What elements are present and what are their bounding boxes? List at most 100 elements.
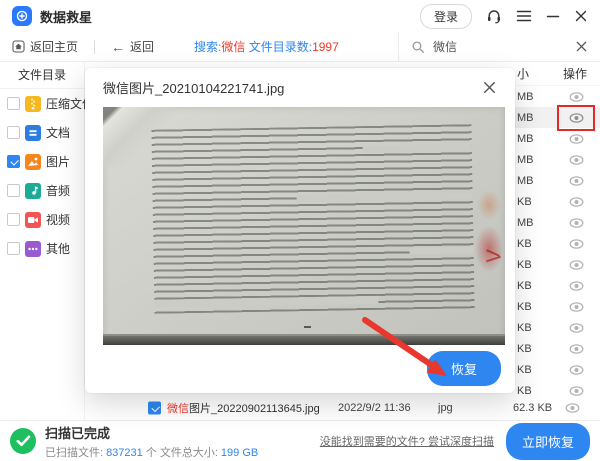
login-button[interactable]: 登录 (420, 4, 472, 29)
total-size-value: 199 GB (221, 447, 258, 459)
support-headset-icon[interactable] (486, 8, 502, 24)
preview-eye-button[interactable] (561, 172, 591, 190)
table-row[interactable]: MB (515, 170, 600, 191)
archive-checkbox[interactable] (7, 97, 20, 110)
sidebar-item-images[interactable]: 图片 (0, 147, 84, 176)
scan-status-details: 已扫描文件:837231个 文件总大小:199 GB (45, 444, 261, 460)
file-size: KB (515, 322, 551, 334)
modal-title: 微信图片_20210104221741.jpg (103, 78, 482, 97)
archive-file-icon (25, 96, 41, 112)
clear-search-icon[interactable] (575, 40, 588, 53)
table-row[interactable]: MB (515, 149, 600, 170)
video-file-icon (25, 212, 41, 228)
file-size: 62.3 KB (513, 402, 552, 414)
page-number-mark (304, 326, 311, 328)
sidebar-item-audio[interactable]: 音频 (0, 176, 84, 205)
file-type: jpg (438, 402, 453, 414)
modal-header: 微信图片_20210104221741.jpg (85, 68, 515, 107)
deep-scan-link[interactable]: 没能找到需要的文件? 尝试深度扫描 (320, 433, 494, 449)
photo-table-edge (103, 334, 505, 345)
table-row[interactable]: KB (515, 233, 600, 254)
search-icon (411, 40, 425, 54)
preview-eye-button[interactable] (561, 319, 591, 337)
table-row[interactable]: KB (515, 296, 600, 317)
preview-eye-button[interactable] (561, 130, 591, 148)
other-file-icon (25, 241, 41, 257)
sidebar-item-label: 文档 (46, 124, 70, 141)
table-row[interactable]: KB (515, 191, 600, 212)
text-gap (363, 145, 472, 154)
home-icon (12, 40, 25, 53)
sidebar-item-label: 视频 (46, 211, 70, 228)
table-row[interactable]: KB (515, 359, 600, 380)
preview-eye-button[interactable] (561, 256, 591, 274)
preview-eye-button[interactable] (561, 88, 591, 106)
preview-eye-button[interactable] (561, 151, 591, 169)
table-row[interactable]: KB (515, 317, 600, 338)
file-name-rest: 图片_20220902113645.jpg (189, 403, 320, 415)
table-row[interactable]: KB (515, 254, 600, 275)
red-stamp (475, 226, 503, 272)
scanned-files-label: 已扫描文件: (45, 447, 103, 459)
document-file-icon (25, 125, 41, 141)
back-button[interactable]: ← 返回 (111, 38, 154, 55)
preview-eye-button[interactable] (561, 298, 591, 316)
preview-eye-button[interactable] (561, 340, 591, 358)
menu-icon[interactable] (516, 9, 532, 23)
table-row[interactable]: KB (515, 275, 600, 296)
scan-status-title: 扫描已完成 (45, 423, 261, 442)
video-checkbox[interactable] (7, 213, 20, 226)
search-box[interactable] (398, 32, 600, 61)
red-stamp (477, 190, 501, 220)
file-size: KB (515, 301, 551, 313)
preview-eye-button[interactable] (561, 235, 591, 253)
search-input[interactable] (433, 40, 575, 54)
back-arrow-icon: ← (111, 40, 125, 54)
count-label: 文件目录数: (245, 40, 312, 54)
preview-eye-button[interactable] (557, 403, 587, 413)
preview-modal: 微信图片_20210104221741.jpg 恢复 (85, 68, 515, 393)
file-size: KB (515, 196, 551, 208)
preview-eye-button[interactable] (561, 193, 591, 211)
preview-eye-button[interactable] (561, 109, 591, 127)
table-row[interactable]: MB (515, 212, 600, 233)
table-row[interactable]: KB (515, 338, 600, 359)
preview-eye-button[interactable] (561, 361, 591, 379)
sidebar-item-documents[interactable]: 文档 (0, 118, 84, 147)
count-value: 1997 (312, 40, 339, 54)
file-table-row-visible[interactable]: 微信图片_20220902113645.jpg 2022/9/2 11:36 j… (85, 397, 600, 419)
scan-status-texts: 扫描已完成 已扫描文件:837231个 文件总大小:199 GB (45, 423, 261, 460)
sidebar-item-label: 其他 (46, 240, 70, 257)
file-row-checkbox[interactable] (148, 402, 161, 415)
scan-complete-check-icon (10, 428, 36, 454)
recover-now-button[interactable]: 立即恢复 (506, 423, 590, 460)
recover-button[interactable]: 恢复 (427, 351, 501, 386)
file-name-highlight: 微信 (167, 403, 189, 415)
table-row[interactable]: MB (515, 107, 600, 128)
action-column-header: 操作 (557, 65, 587, 82)
audio-checkbox[interactable] (7, 184, 20, 197)
file-size: MB (515, 112, 551, 124)
minimize-icon[interactable] (546, 9, 560, 23)
file-size: MB (515, 154, 551, 166)
sidebar-item-other[interactable]: 其他 (0, 234, 84, 263)
other-checkbox[interactable] (7, 242, 20, 255)
image-file-icon (25, 154, 41, 170)
images-checkbox[interactable] (7, 155, 20, 168)
home-button[interactable]: 返回主页 (12, 38, 78, 55)
preview-eye-button[interactable] (561, 214, 591, 232)
close-icon[interactable] (574, 9, 588, 23)
app-logo-icon (12, 6, 32, 26)
modal-close-icon[interactable] (482, 80, 497, 95)
preview-eye-button[interactable] (561, 277, 591, 295)
table-row[interactable]: MB (515, 86, 600, 107)
table-row[interactable]: MB (515, 128, 600, 149)
sidebar-item-archive[interactable]: 压缩文件 (0, 89, 84, 118)
document-text-lines (152, 124, 475, 314)
documents-checkbox[interactable] (7, 126, 20, 139)
file-date: 2022/9/2 11:36 (338, 402, 411, 414)
sidebar-header: 文件目录 (0, 62, 84, 89)
file-size: KB (515, 364, 551, 376)
file-size: KB (515, 343, 551, 355)
sidebar-item-video[interactable]: 视频 (0, 205, 84, 234)
